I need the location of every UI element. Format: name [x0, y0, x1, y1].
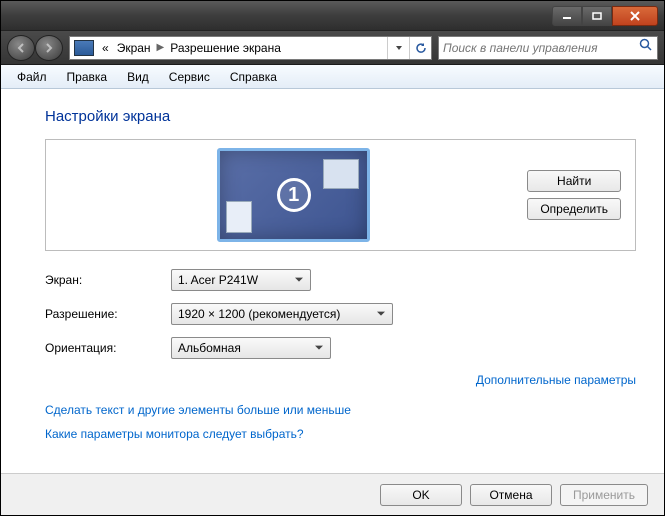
- minimize-button[interactable]: [552, 6, 582, 26]
- search-input[interactable]: [443, 41, 639, 55]
- orientation-select[interactable]: Альбомная: [171, 337, 331, 359]
- screen-label: Экран:: [45, 273, 171, 287]
- breadcrumb-resolution[interactable]: Разрешение экрана: [166, 37, 285, 59]
- cancel-button[interactable]: Отмена: [470, 484, 552, 506]
- advanced-settings-link[interactable]: Дополнительные параметры: [476, 373, 636, 387]
- content-area: Настройки экрана 1 Найти Определить Экра…: [1, 90, 664, 473]
- preview-window-icon: [323, 159, 359, 189]
- text-size-link[interactable]: Сделать текст и другие элементы больше и…: [45, 403, 636, 417]
- breadcrumb-root[interactable]: «: [98, 37, 113, 59]
- monitor-number: 1: [277, 178, 311, 212]
- menu-bar: Файл Правка Вид Сервис Справка: [1, 65, 664, 89]
- ok-button[interactable]: OK: [380, 484, 462, 506]
- search-box[interactable]: [438, 36, 658, 60]
- resolution-label: Разрешение:: [45, 307, 171, 321]
- menu-edit[interactable]: Правка: [57, 67, 118, 87]
- menu-help[interactable]: Справка: [220, 67, 287, 87]
- close-button[interactable]: [612, 6, 658, 26]
- search-icon[interactable]: [639, 38, 653, 57]
- find-button[interactable]: Найти: [527, 170, 621, 192]
- control-panel-window: « Экран ▶ Разрешение экрана Файл Правка …: [0, 0, 665, 516]
- menu-tools[interactable]: Сервис: [159, 67, 220, 87]
- display-preview-box: 1 Найти Определить: [45, 139, 636, 251]
- maximize-button[interactable]: [582, 6, 612, 26]
- which-monitor-link[interactable]: Какие параметры монитора следует выбрать…: [45, 427, 636, 441]
- address-bar[interactable]: « Экран ▶ Разрешение экрана: [69, 36, 432, 60]
- resolution-select[interactable]: 1920 × 1200 (рекомендуется): [171, 303, 393, 325]
- menu-file[interactable]: Файл: [7, 67, 57, 87]
- forward-button[interactable]: [35, 35, 63, 61]
- chevron-right-icon: ▶: [155, 42, 167, 53]
- navigation-bar: « Экран ▶ Разрешение экрана: [1, 31, 664, 65]
- screen-value: 1. Acer P241W: [178, 273, 258, 287]
- screen-select[interactable]: 1. Acer P241W: [171, 269, 311, 291]
- page-title: Настройки экрана: [45, 108, 636, 125]
- breadcrumb-screen[interactable]: Экран: [113, 37, 155, 59]
- back-button[interactable]: [7, 35, 35, 61]
- preview-window-icon: [226, 201, 252, 233]
- identify-button[interactable]: Определить: [527, 198, 621, 220]
- dialog-footer: OK Отмена Применить: [1, 473, 664, 515]
- monitor-preview[interactable]: 1: [217, 148, 370, 242]
- location-icon: [74, 40, 94, 56]
- resolution-value: 1920 × 1200 (рекомендуется): [178, 307, 340, 321]
- titlebar: [1, 1, 664, 31]
- refresh-button[interactable]: [409, 37, 431, 59]
- address-dropdown[interactable]: [387, 37, 409, 59]
- apply-button[interactable]: Применить: [560, 484, 648, 506]
- orientation-value: Альбомная: [178, 341, 241, 355]
- menu-view[interactable]: Вид: [117, 67, 159, 87]
- orientation-label: Ориентация:: [45, 341, 171, 355]
